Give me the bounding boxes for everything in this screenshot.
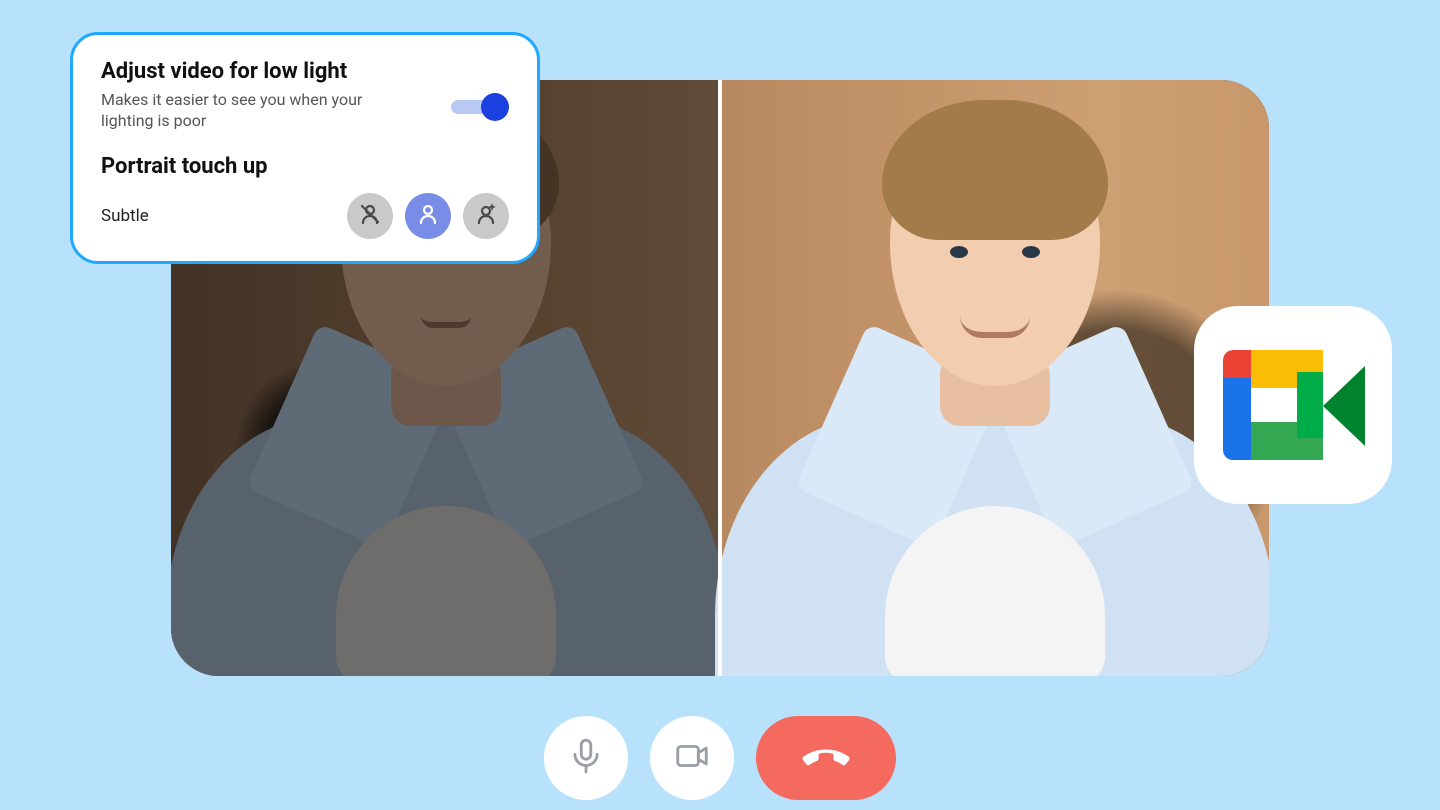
call-controls <box>544 716 896 800</box>
person-icon <box>416 202 440 230</box>
touchup-option-subtle[interactable] <box>405 193 451 239</box>
touchup-option-off[interactable] <box>347 193 393 239</box>
touchup-options <box>347 193 509 239</box>
google-meet-icon <box>1223 350 1363 460</box>
video-camera-icon <box>673 737 711 779</box>
touchup-option-enhanced[interactable] <box>463 193 509 239</box>
video-after <box>720 80 1269 676</box>
camera-button[interactable] <box>650 716 734 800</box>
video-settings-popover: Adjust video for low light Makes it easi… <box>70 32 540 264</box>
lowlight-toggle[interactable] <box>451 93 509 119</box>
lowlight-title: Adjust video for low light <box>101 59 509 84</box>
end-call-button[interactable] <box>756 716 896 800</box>
touchup-level-label: Subtle <box>101 206 149 226</box>
person-sparkle-icon <box>474 202 498 230</box>
comparison-divider <box>718 80 722 676</box>
google-meet-badge <box>1194 306 1392 504</box>
hangup-icon <box>800 730 852 786</box>
mute-button[interactable] <box>544 716 628 800</box>
person-off-icon <box>358 202 382 230</box>
lowlight-subtitle: Makes it easier to see you when your lig… <box>101 90 401 132</box>
touchup-title: Portrait touch up <box>101 154 509 179</box>
microphone-icon <box>567 737 605 779</box>
app-canvas: Adjust video for low light Makes it easi… <box>0 0 1440 810</box>
